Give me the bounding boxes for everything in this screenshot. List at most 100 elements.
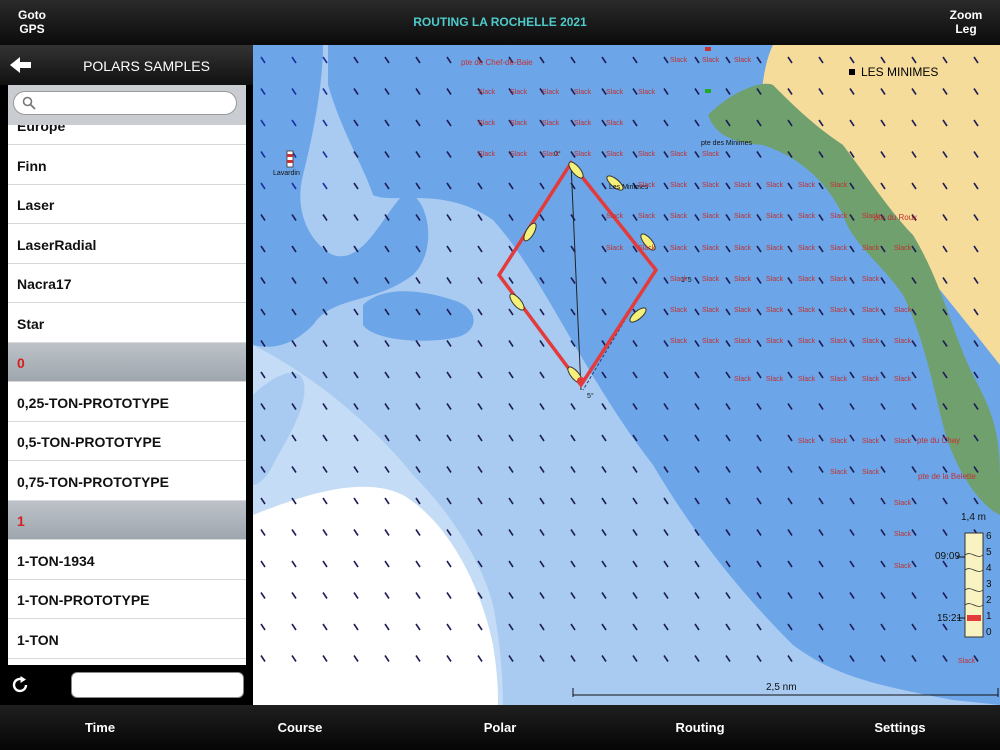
slack-label: Slack [894, 500, 912, 507]
slack-label: Slack [894, 338, 912, 345]
list-item-label: Finn [17, 157, 47, 174]
slack-label: Slack [734, 213, 752, 220]
list-item[interactable]: Nacra17 [8, 264, 246, 303]
list-item[interactable]: 0,75-TON-PROTOTYPE [8, 461, 246, 501]
goto-gps-button[interactable]: Goto GPS [10, 8, 54, 36]
slack-label: Slack [862, 213, 880, 220]
tide-tick-label: 0 [986, 627, 992, 638]
slack-label: Slack [702, 213, 720, 220]
refresh-icon[interactable] [10, 675, 30, 695]
search-input[interactable] [13, 91, 237, 115]
tide-tick-label: 5 [986, 547, 992, 558]
list-item[interactable]: Laser [8, 185, 246, 224]
tide-tick-label: 4 [986, 563, 992, 574]
slack-label: Slack [638, 151, 656, 158]
zoom-leg-button[interactable]: Zoom Leg [946, 8, 986, 36]
place-les-minimes: LES MINIMES [861, 65, 939, 79]
slack-label: Slack [894, 245, 912, 252]
list-item-label: LaserRadial [17, 236, 97, 253]
tide-height-label: 1,4 m [961, 512, 987, 523]
slack-label: Slack [766, 376, 784, 383]
slack-label: Slack [510, 120, 528, 127]
slack-label: Slack [958, 658, 976, 665]
tab-time[interactable]: Time [40, 720, 160, 735]
slack-label: Slack [478, 151, 496, 158]
search-bar [8, 85, 246, 125]
slack-label: Slack [702, 182, 720, 189]
buoy-green [705, 89, 711, 93]
slack-label: Slack [734, 307, 752, 314]
slack-label: Slack [670, 182, 688, 189]
slack-label: Slack [766, 276, 784, 283]
slack-label: Slack [734, 245, 752, 252]
list-item[interactable]: LaserRadial [8, 224, 246, 264]
slack-label: Slack [478, 89, 496, 96]
buoy-red [705, 47, 711, 51]
slack-label: Slack [734, 276, 752, 283]
slack-label: Slack [734, 57, 752, 64]
slack-label: Slack [862, 376, 880, 383]
place-chef-de-baie: pte de Chef-de-Baie [461, 58, 533, 67]
slack-label: Slack [766, 245, 784, 252]
slack-label: Slack [830, 307, 848, 314]
slack-label: Slack [702, 338, 720, 345]
list-item-label: 1 [17, 513, 25, 529]
slack-label: Slack [830, 438, 848, 445]
list-item[interactable]: Finn [8, 145, 246, 185]
slack-label: Slack [702, 245, 720, 252]
list-item-label: 1-TON [17, 631, 59, 648]
list-item[interactable]: 1-TON [8, 619, 246, 659]
search-icon [22, 96, 36, 110]
scale-bar-label: 2,5 nm [766, 682, 797, 693]
top-bar: Goto GPS ROUTING LA ROCHELLE 2021 Zoom L… [0, 0, 1000, 45]
polars-panel: POLARS SAMPLES Europe Finn Laser LaserRadia… [0, 45, 253, 705]
slack-label: Slack [510, 151, 528, 158]
slack-label: Slack [606, 89, 624, 96]
slack-label: Slack [638, 245, 656, 252]
list-item-label: 1-TON-PROTOTYPE [17, 592, 150, 608]
tide-tick-label: 1 [986, 611, 992, 622]
waypoint-label-south: 5° [587, 393, 594, 400]
list-item[interactable]: 1-TON-PROTOTYPE [8, 580, 246, 619]
list-item[interactable]: 0,5-TON-PROTOTYPE [8, 422, 246, 461]
footer-input[interactable] [71, 672, 244, 698]
slack-label: Slack [542, 89, 560, 96]
panel-footer [0, 665, 253, 705]
tab-routing[interactable]: Routing [640, 720, 760, 735]
slack-label: Slack [766, 307, 784, 314]
slack-label: Slack [510, 89, 528, 96]
slack-label: Slack [574, 120, 592, 127]
list-item[interactable]: 0,25-TON-PROTOTYPE [8, 382, 246, 422]
list-item[interactable]: Star [8, 303, 246, 343]
list-item-label: 0,25-TON-PROTOTYPE [17, 394, 169, 411]
slack-label: Slack [574, 89, 592, 96]
chart-map[interactable]: pte de Chef-de-Baie pte des Minimes Lava… [253, 45, 1000, 705]
slack-label: Slack [830, 182, 848, 189]
tide-time-low: 15:21 [937, 613, 963, 624]
back-arrow-icon[interactable] [8, 55, 34, 75]
tab-polar[interactable]: Polar [440, 720, 560, 735]
list-item-label: 0,75-TON-PROTOTYPE [17, 473, 169, 490]
slack-label: Slack [862, 338, 880, 345]
slack-label: Slack [606, 213, 624, 220]
slack-label: Slack [894, 307, 912, 314]
slack-label: Slack [798, 376, 816, 383]
slack-label: Slack [734, 182, 752, 189]
slack-label: Slack [798, 182, 816, 189]
slack-label: Slack [862, 276, 880, 283]
tab-course[interactable]: Course [240, 720, 360, 735]
list-item[interactable]: 1-TON-1934 [8, 540, 246, 580]
slack-label: Slack [542, 120, 560, 127]
slack-label: Slack [702, 307, 720, 314]
place-pte-du-roux: pte du Roux [874, 213, 918, 222]
list-item-label: Nacra17 [17, 276, 72, 292]
list-item-label: Star [17, 315, 45, 332]
panel-header: POLARS SAMPLES [0, 45, 253, 85]
slack-label: Slack [862, 307, 880, 314]
list-item[interactable]: Europe [8, 125, 246, 145]
zoom-leg-line2: Leg [955, 22, 977, 36]
slack-label: Slack [830, 376, 848, 383]
slack-label: Slack [670, 245, 688, 252]
tab-settings[interactable]: Settings [840, 720, 960, 735]
slack-label: Slack [894, 531, 912, 538]
